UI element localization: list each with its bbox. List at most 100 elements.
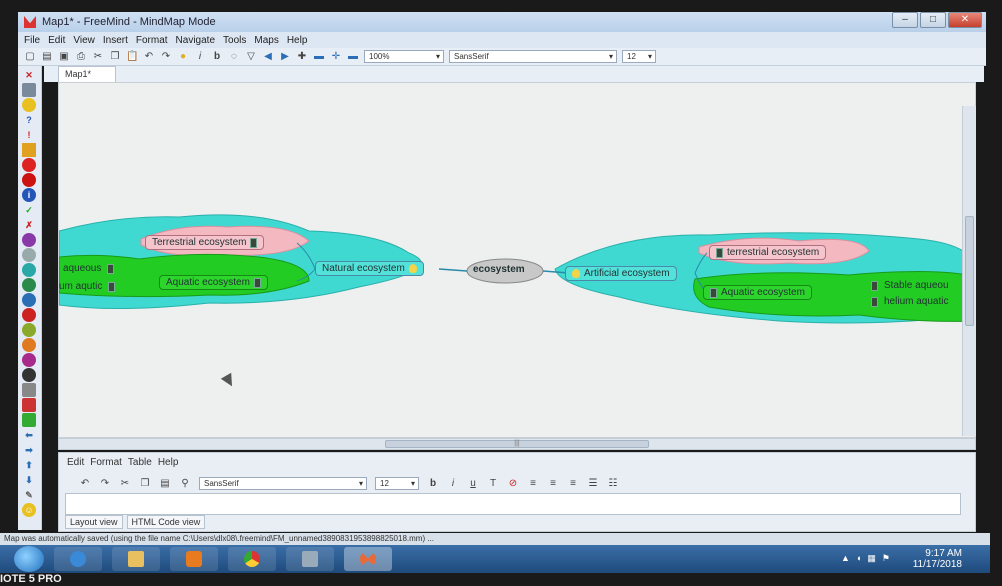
priority-3-icon[interactable]: [22, 278, 36, 292]
menu-navigate[interactable]: Navigate: [176, 35, 215, 46]
node-helium-aquatic[interactable]: helium aquatic: [871, 296, 948, 307]
start-button[interactable]: [14, 546, 44, 572]
arrow-right-icon[interactable]: ➡: [22, 443, 36, 457]
node-aqueous[interactable]: aqueous: [63, 263, 115, 274]
bold-icon[interactable]: b: [427, 478, 439, 489]
new-file-icon[interactable]: ▢: [24, 51, 36, 63]
vertical-scrollbar[interactable]: [962, 106, 976, 436]
clock[interactable]: 9:17 AM 11/17/2018: [913, 548, 962, 570]
menu-insert[interactable]: Insert: [103, 35, 128, 46]
pencil-icon[interactable]: ✎: [22, 488, 36, 502]
node-stable-aqueous[interactable]: Stable aqueou: [871, 280, 949, 291]
align-center-icon[interactable]: ≡: [547, 478, 559, 489]
cross-icon[interactable]: ✗: [22, 218, 36, 232]
paste-icon[interactable]: 📋: [126, 51, 138, 63]
save-icon[interactable]: ▣: [58, 51, 70, 63]
filter-icon[interactable]: ▽: [245, 51, 257, 63]
clear-format-icon[interactable]: ⊘: [507, 478, 519, 489]
priority-9-icon[interactable]: [22, 368, 36, 382]
bulb-icon[interactable]: [22, 98, 36, 112]
node-aquatic-left[interactable]: Aquatic ecosystem: [159, 275, 268, 290]
question-icon[interactable]: ?: [22, 113, 36, 127]
note-icon[interactable]: ◌: [228, 51, 240, 63]
bold-icon[interactable]: b: [211, 51, 223, 63]
tab-layout-view[interactable]: Layout view: [65, 515, 123, 529]
menu-file[interactable]: File: [24, 35, 40, 46]
menu-view[interactable]: View: [73, 35, 95, 46]
zoom-center-icon[interactable]: ✛: [330, 51, 342, 63]
back-arrow-icon[interactable]: ◀: [262, 51, 274, 63]
numbered-list-icon[interactable]: ☷: [607, 478, 619, 489]
node-natural-ecosystem[interactable]: Natural ecosystem: [315, 261, 424, 276]
priority-6-icon[interactable]: [22, 323, 36, 337]
trash-icon[interactable]: [22, 83, 36, 97]
remove-icon[interactable]: ✕: [22, 68, 36, 82]
flag-red-icon[interactable]: [22, 398, 36, 412]
no-entry-icon[interactable]: [22, 173, 36, 187]
flag-green-icon[interactable]: [22, 413, 36, 427]
tray-arrow-icon[interactable]: ▲: [841, 553, 850, 564]
attachment-icon[interactable]: [22, 383, 36, 397]
checkmark-icon[interactable]: ✓: [22, 203, 36, 217]
smiley-icon[interactable]: ☺: [22, 503, 36, 517]
open-folder-icon[interactable]: ▤: [41, 51, 53, 63]
menu-tools[interactable]: Tools: [223, 35, 246, 46]
editor-font-select[interactable]: SansSerif: [199, 476, 367, 490]
menu-help[interactable]: Help: [287, 35, 308, 46]
text-color-icon[interactable]: T: [487, 478, 499, 489]
note-text-area[interactable]: [65, 493, 961, 515]
zoom-out-icon[interactable]: ▬: [313, 51, 325, 63]
node-artificial-ecosystem[interactable]: Artificial ecosystem: [565, 266, 677, 281]
priority-4-icon[interactable]: [22, 293, 36, 307]
underline-icon[interactable]: u: [467, 478, 479, 489]
undo-icon[interactable]: ↶: [143, 51, 155, 63]
arrow-left-icon[interactable]: ⬅: [22, 428, 36, 442]
taskbar-media[interactable]: [170, 547, 218, 571]
fold-icon[interactable]: ✚: [296, 51, 308, 63]
copy-icon[interactable]: ❐: [139, 478, 151, 489]
priority-5-icon[interactable]: [22, 308, 36, 322]
node-terrestrial-left[interactable]: Terrestrial ecosystem: [145, 235, 265, 250]
font-size-select[interactable]: 12: [622, 50, 656, 63]
bullet-list-icon[interactable]: ☰: [587, 478, 599, 489]
zoom-in-icon[interactable]: ▬: [347, 51, 359, 63]
vertical-scroll-thumb[interactable]: [965, 216, 974, 326]
node-terrestrial-right[interactable]: terrestrial ecosystem: [709, 245, 827, 260]
editor-menu-help[interactable]: Help: [158, 457, 179, 468]
redo-icon[interactable]: ↷: [160, 51, 172, 63]
taskbar-window[interactable]: [286, 547, 334, 571]
volume-icon[interactable]: ◖: [856, 553, 861, 564]
cut-icon[interactable]: ✂: [92, 51, 104, 63]
redo-icon[interactable]: ↷: [99, 478, 111, 489]
find-icon[interactable]: ⚲: [179, 478, 191, 489]
info-icon[interactable]: i: [22, 188, 36, 202]
network-icon[interactable]: ▦: [867, 553, 876, 564]
taskbar-chrome[interactable]: [228, 547, 276, 571]
action-center-icon[interactable]: ⚑: [882, 553, 890, 564]
italic-icon[interactable]: i: [447, 478, 459, 489]
tab-html-code-view[interactable]: HTML Code view: [126, 515, 206, 529]
priority-8-icon[interactable]: [22, 353, 36, 367]
arrow-up-icon[interactable]: ⬆: [22, 458, 36, 472]
taskbar-ie[interactable]: [54, 547, 102, 571]
mindmap-canvas[interactable]: ecosystem Natural ecosystem Terrestrial …: [58, 82, 976, 438]
taskbar-explorer[interactable]: [112, 547, 160, 571]
close-button[interactable]: ✕: [948, 12, 982, 28]
priority-2-icon[interactable]: [22, 263, 36, 277]
menu-format[interactable]: Format: [136, 35, 168, 46]
copy-icon[interactable]: ❐: [109, 51, 121, 63]
root-node[interactable]: ecosystem: [473, 264, 525, 275]
stop-icon[interactable]: [22, 158, 36, 172]
taskbar-freemind[interactable]: [344, 547, 392, 571]
align-right-icon[interactable]: ≡: [567, 478, 579, 489]
align-left-icon[interactable]: ≡: [527, 478, 539, 489]
node-um-aqutic[interactable]: um aqutic: [59, 281, 116, 292]
editor-menu-table[interactable]: Table: [128, 457, 152, 468]
horizontal-scrollbar[interactable]: |||: [58, 438, 976, 450]
font-family-select[interactable]: SansSerif: [449, 50, 617, 63]
tab-map1[interactable]: Map1*: [58, 66, 116, 82]
horizontal-scroll-thumb[interactable]: |||: [385, 440, 649, 448]
menu-maps[interactable]: Maps: [254, 35, 278, 46]
editor-size-select[interactable]: 12: [375, 476, 419, 490]
exclamation-icon[interactable]: !: [22, 128, 36, 142]
